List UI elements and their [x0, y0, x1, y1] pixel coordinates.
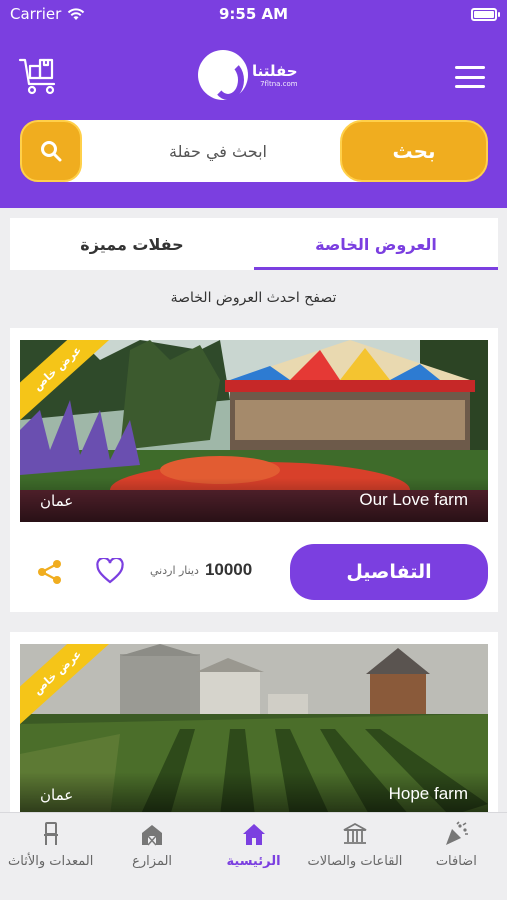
bottom-nav: المعدات والأثاث المزارع الرئيسية القاعات…	[0, 812, 507, 900]
listing-image[interactable]: عرض خاص Hope farm عمان	[20, 644, 488, 816]
heart-icon	[96, 556, 124, 584]
chair-icon	[43, 822, 58, 845]
hall-icon	[343, 822, 367, 844]
logo-name: حفلتنا	[252, 62, 298, 80]
farm-icon	[142, 825, 163, 846]
favorite-button[interactable]	[96, 556, 124, 584]
listing-card: عرض خاص Our Love farm عمان التفاصيل 1000…	[10, 328, 498, 612]
nav-label: القاعات والصالات	[307, 854, 403, 869]
nav-label: الرئيسية	[226, 854, 281, 869]
tab-featured-parties[interactable]: حفلات مميزة	[10, 218, 254, 270]
hamburger-icon-line	[455, 75, 485, 79]
logo-mark	[198, 50, 248, 100]
cart-icon	[18, 58, 56, 95]
app-logo: حفلتنا 7fltna.com	[198, 50, 298, 100]
listing-image[interactable]: عرض خاص Our Love farm عمان	[20, 340, 488, 522]
nav-item-extras[interactable]: اضافات	[406, 813, 507, 900]
section-subtitle: تصفح احدث العروض الخاصة	[170, 290, 337, 306]
listing-name: Hope farm	[388, 784, 468, 803]
carrier-label: Carrier	[10, 5, 62, 23]
listing-price: 10000 دينار اردني	[150, 560, 252, 580]
logo-domain: 7fltna.com	[260, 80, 298, 88]
hamburger-icon-line	[455, 85, 485, 88]
nav-item-farms[interactable]: المزارع	[101, 813, 202, 900]
share-button[interactable]	[36, 558, 64, 586]
share-icon	[38, 560, 61, 584]
nav-label: المزارع	[132, 854, 173, 869]
app-header: حفلتنا 7fltna.com بحث	[0, 28, 507, 208]
menu-button[interactable]	[455, 66, 485, 88]
search-button[interactable]: بحث	[340, 120, 488, 182]
search-input[interactable]	[98, 134, 338, 168]
wifi-icon	[68, 7, 85, 20]
status-bar: Carrier 9:55 AM	[0, 0, 507, 28]
search-icon	[41, 141, 62, 162]
listing-card: عرض خاص Hope farm عمان	[10, 632, 498, 822]
price-currency: دينار اردني	[150, 563, 199, 577]
nav-label: اضافات	[435, 854, 477, 869]
price-amount: 10000	[204, 560, 253, 579]
listing-city: عمان	[40, 786, 74, 804]
search-icon-button[interactable]	[20, 120, 82, 182]
nav-item-halls[interactable]: القاعات والصالات	[304, 813, 405, 900]
details-button[interactable]: التفاصيل	[290, 544, 488, 600]
hamburger-icon-line	[455, 66, 485, 69]
home-icon	[242, 824, 265, 845]
tab-special-offers[interactable]: العروض الخاصة	[254, 218, 498, 270]
logo-text: حفلتنا 7fltna.com	[252, 62, 298, 88]
nav-item-equipment[interactable]: المعدات والأثاث	[0, 813, 101, 900]
listing-name: Our Love farm	[359, 490, 468, 509]
nav-item-home[interactable]: الرئيسية	[203, 813, 304, 900]
battery-icon	[471, 7, 500, 21]
nav-label: المعدات والأثاث	[8, 854, 94, 869]
offers-tabs: حفلات مميزة العروض الخاصة	[10, 218, 498, 270]
search-bar: بحث	[20, 120, 488, 182]
listing-city: عمان	[40, 492, 74, 510]
party-popper-icon	[446, 821, 469, 845]
cart-button[interactable]	[18, 54, 60, 96]
status-left: Carrier	[10, 5, 85, 23]
